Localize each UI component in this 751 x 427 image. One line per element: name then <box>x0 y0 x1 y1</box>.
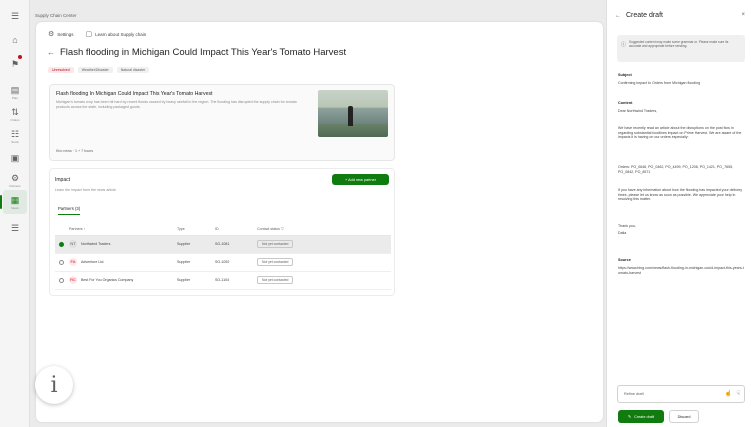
page-title: Flash flooding in Michigan Could Impact … <box>60 47 347 58</box>
partner-name: Best For You Organics Company <box>81 277 134 282</box>
category-tag: Weather/Disaster <box>77 67 113 73</box>
tag-list: Unresolved Weather/Disaster Natural disa… <box>48 67 150 73</box>
pen-icon: ✎ <box>627 415 632 419</box>
refine-input[interactable]: Refine draft ☝ ☟ <box>617 385 745 403</box>
column-header[interactable]: Type <box>177 223 215 236</box>
inventory-icon[interactable]: ☷ Stock <box>3 124 27 148</box>
panel-title: Create draft <box>626 12 663 19</box>
news-meta: Kiro news · 1 + 7 hours <box>56 149 94 153</box>
impact-section: Impact Learn the impact from the news ar… <box>49 168 395 296</box>
column-header[interactable]: Contact status ▽ <box>257 223 391 236</box>
thumbnail-figure <box>348 106 353 126</box>
avatar: RC <box>69 276 77 284</box>
back-arrow-icon[interactable]: ← <box>615 13 621 19</box>
panel-header: ← Create draft <box>615 12 663 19</box>
subject-label: Subject <box>618 73 632 77</box>
gear-icon: ⚙ <box>48 31 55 38</box>
news-icon[interactable]: ▦ News <box>0 190 27 214</box>
contact-status: Not yet contacted <box>257 258 294 266</box>
content-paragraph[interactable]: We have recently read an article about t… <box>618 126 744 140</box>
partner-id: SO-1092 <box>215 253 257 272</box>
partners-table: Partners ↑ Type ID Contact status ▽ NT No… <box>55 223 391 290</box>
settings-button[interactable]: ⚙ Settings <box>48 30 74 38</box>
partner-id: SO-1104 <box>215 271 257 290</box>
toolbar: ⚙ Settings ▢ Learn about Supply chain <box>48 30 146 38</box>
avatar: FA <box>69 258 77 266</box>
info-icon[interactable]: i <box>35 366 73 404</box>
close-icon[interactable]: × <box>741 12 745 18</box>
avatar: NT <box>69 240 77 248</box>
disclaimer-text: Suggested content may make some grammar … <box>629 40 729 48</box>
thumbnail-water <box>318 108 388 124</box>
thumbs-up-icon[interactable]: ☝ <box>725 390 732 397</box>
contact-status: Not yet contacted <box>257 240 294 248</box>
source-label: Source <box>618 258 631 262</box>
impact-title: Impact <box>55 177 71 183</box>
info-circle-icon: ⓘ <box>621 42 627 48</box>
status-badge: Unresolved <box>48 67 74 73</box>
main-content: ⚙ Settings ▢ Learn about Supply chain ← Fl… <box>36 22 603 422</box>
partner-name: Adventure Ltd. <box>81 259 105 264</box>
app-title: Supply Chain Center <box>35 13 77 18</box>
column-header[interactable]: Partners ↑ <box>69 223 177 236</box>
impact-subtitle: Learn the impact from the news article <box>55 188 116 192</box>
planning-icon[interactable]: ▤ Plan <box>3 80 27 104</box>
radio-button[interactable] <box>59 277 64 283</box>
news-thumbnail <box>318 90 388 137</box>
notification-dot <box>18 55 22 59</box>
article-header: ← Flash flooding in Michigan Could Impac… <box>47 47 346 58</box>
table-row[interactable]: FA Adventure Ltd. Supplier SO-1092 Not ye… <box>55 253 391 272</box>
menu-icon[interactable]: ☰ <box>3 4 27 28</box>
contact-status: Not yet contacted <box>257 276 294 284</box>
content-paragraph[interactable]: If you have any information about how th… <box>618 188 744 202</box>
ai-disclaimer: ⓘ Suggested content may make some gramma… <box>617 35 745 62</box>
partner-id: SO-1081 <box>215 235 257 254</box>
partner-type: Supplier <box>177 253 215 272</box>
tab-partners[interactable]: Partners (3) <box>58 206 81 215</box>
category-tag: Natural disaster <box>116 67 150 73</box>
left-rail: ☰ ⌂ ⚑ ▤ Plan ⇅ Orders ☷ Stock ▣ ⚙ Partners ▦… <box>0 0 30 427</box>
partners-icon[interactable]: ⚙ Partners <box>3 168 27 192</box>
content-label: Content <box>618 101 633 105</box>
create-draft-button[interactable]: ✎ Create draft <box>618 410 664 423</box>
partner-type: Supplier <box>177 271 215 290</box>
subject-value[interactable]: Confirming impact to Orders from Michiga… <box>618 81 744 86</box>
news-summary: Michigan's tomato crop has been hit hard… <box>56 100 297 109</box>
partner-name: Northwind Traders <box>81 241 111 246</box>
add-partner-button[interactable]: + Add new partner <box>332 174 389 185</box>
discard-button[interactable]: Discard <box>669 410 699 423</box>
settings-icon[interactable]: ☰ <box>3 216 27 240</box>
home-icon[interactable]: ⌂ <box>3 28 27 52</box>
content-orders[interactable]: Orders: PO_0646, PO_0462, PO_4499, PO_12… <box>618 165 744 174</box>
create-draft-panel: ← Create draft × ⓘ Suggested content may… <box>606 0 751 427</box>
column-header[interactable]: ID <box>215 223 257 236</box>
content-greeting[interactable]: Dear Northwind Traders, <box>618 109 744 114</box>
table-row[interactable]: NT Northwind Traders Supplier SO-1081 Not… <box>55 235 391 254</box>
news-card[interactable]: Flash flooding In Michigan Could Impact … <box>49 84 395 161</box>
news-title: Flash flooding In Michigan Could Impact … <box>56 91 213 97</box>
thumbs-down-icon[interactable]: ☟ <box>736 390 740 397</box>
radio-button[interactable] <box>59 241 64 247</box>
feedback-buttons: ☝ ☟ <box>725 390 740 397</box>
back-arrow-icon[interactable]: ← <box>47 48 55 57</box>
refine-placeholder: Refine draft <box>624 392 644 396</box>
book-icon: ▢ <box>85 31 93 38</box>
source-link[interactable]: https://www.bing.com/news/flash-flooding… <box>618 266 744 275</box>
alerts-icon[interactable]: ⚑ <box>3 52 27 76</box>
chat-icon[interactable]: ▣ <box>3 146 27 170</box>
content-signoff[interactable]: Thank you, <box>618 224 744 229</box>
table-row[interactable]: RC Best For You Organics Company Supplier… <box>55 271 391 290</box>
orders-icon[interactable]: ⇅ Orders <box>3 102 27 126</box>
partner-type: Supplier <box>177 235 215 254</box>
content-signature[interactable]: Dalia <box>618 231 744 236</box>
radio-button[interactable] <box>59 259 64 265</box>
learn-button[interactable]: ▢ Learn about Supply chain <box>86 30 147 38</box>
